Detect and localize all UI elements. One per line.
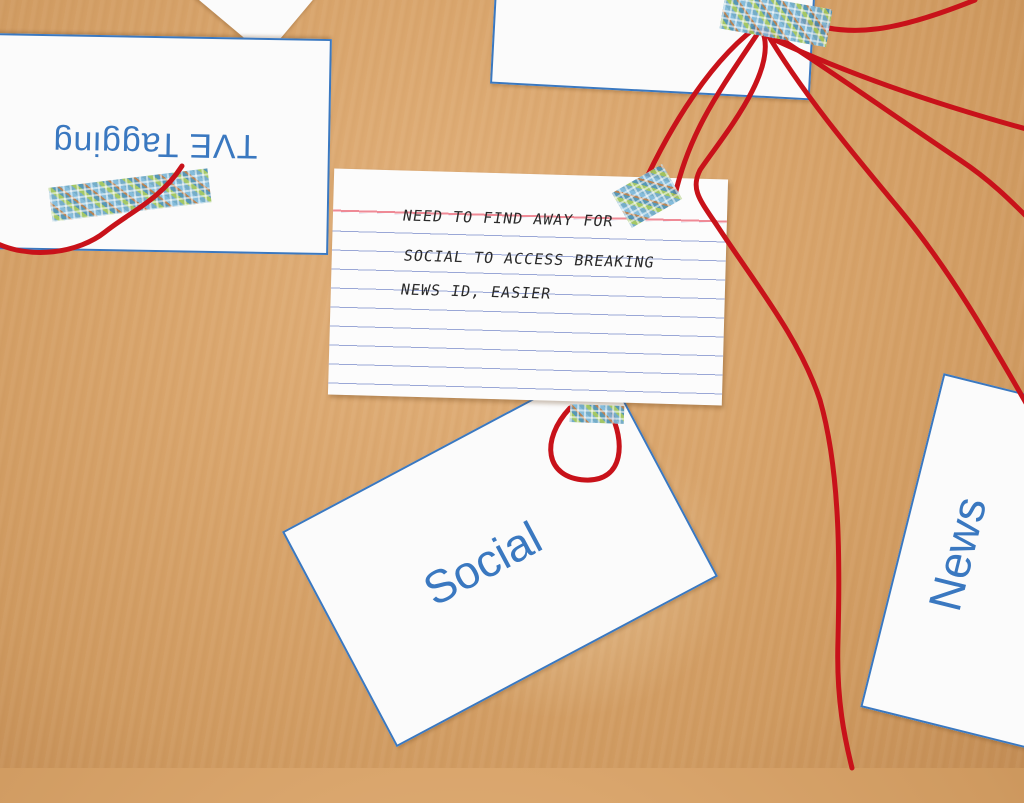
yarn-strand xyxy=(672,27,763,198)
washi-tape xyxy=(569,404,625,424)
yarn-strand xyxy=(0,163,185,255)
yarn-strand xyxy=(645,25,758,178)
yarn-strand xyxy=(693,27,855,771)
yarn-strand xyxy=(767,29,1024,218)
red-yarn xyxy=(0,0,1024,771)
